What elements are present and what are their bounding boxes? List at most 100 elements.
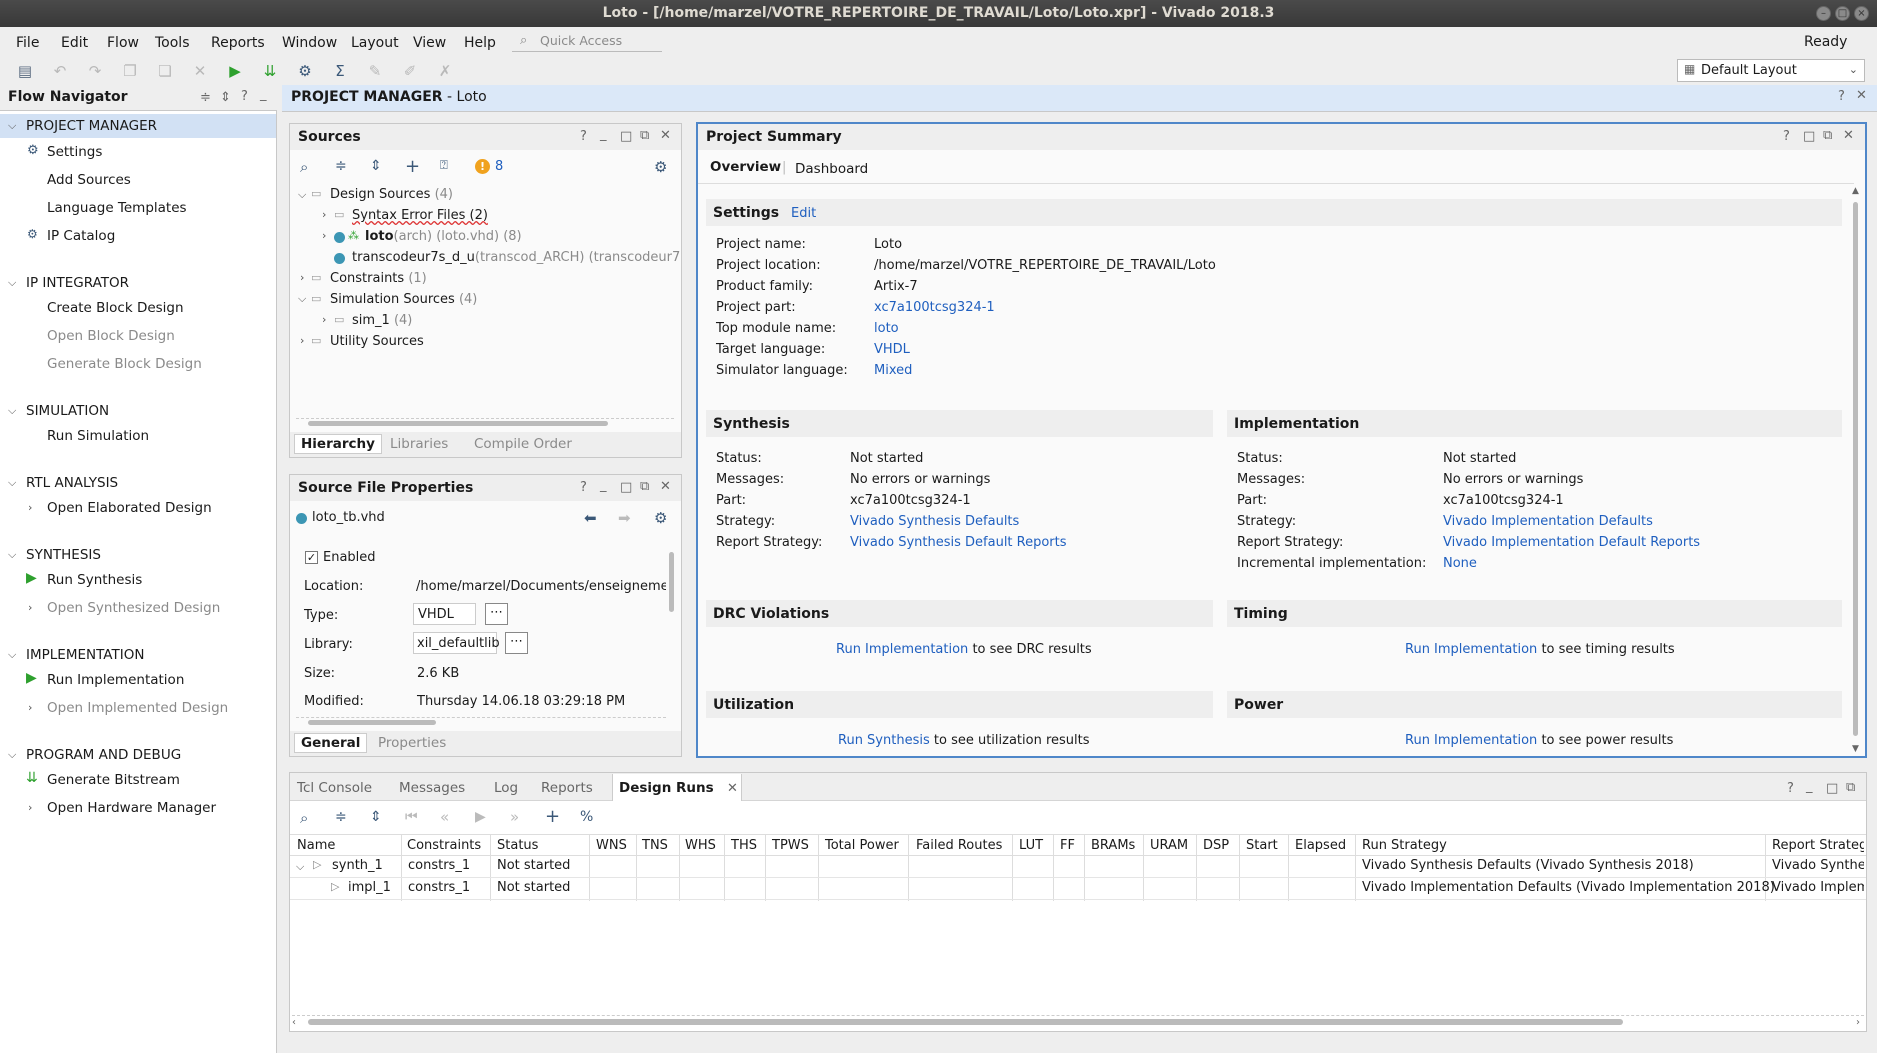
timing-run-implementation-link[interactable]: Run Implementation [1405,642,1537,657]
minimize-button[interactable]: – [1816,6,1831,21]
col-ff[interactable]: FF [1060,838,1075,853]
tab-messages[interactable]: Messages [399,780,465,796]
tool-icon[interactable]: ✎ [364,60,386,82]
implementation-strategy-link[interactable]: Vivado Implementation Defaults [1443,514,1653,529]
tab-properties[interactable]: Properties [378,735,446,751]
maximize-panel-icon[interactable]: □ [620,480,632,495]
warning-count[interactable]: 8 [495,159,503,174]
chevron-down-icon[interactable]: ⌵ [8,476,16,490]
menu-window[interactable]: Window [282,35,337,51]
horizontal-scrollbar[interactable]: ‹ › [292,1015,1864,1028]
maximize-panel-icon[interactable]: □ [1826,781,1838,796]
tab-hierarchy[interactable]: Hierarchy [294,434,382,454]
tab-libraries[interactable]: Libraries [390,436,448,452]
help-icon[interactable]: ? [1787,781,1794,796]
document-icon[interactable]: ⍰ [440,158,448,173]
cross-icon[interactable]: ✗ [434,60,456,82]
add-icon[interactable]: + [405,156,420,177]
nav-item-generate-bitstream[interactable]: Generate Bitstream [47,772,180,788]
col-total-power[interactable]: Total Power [825,838,899,853]
synthesis-strategy-link[interactable]: Vivado Synthesis Defaults [850,514,1019,529]
run-name[interactable]: impl_1 [348,880,391,895]
simulator-language-link[interactable]: Mixed [874,363,912,378]
tree-syntax-error-files[interactable]: Syntax Error Files (2) [352,208,488,223]
previous-icon[interactable]: « [440,808,449,826]
target-language-link[interactable]: VHDL [874,342,910,357]
tree-loto[interactable]: loto(arch) (loto.vhd) (8) [365,229,522,244]
maximize-panel-icon[interactable]: □ [1803,129,1815,144]
close-icon[interactable]: ✕ [660,479,671,494]
layout-select[interactable]: ▦ Default Layout ⌄ [1677,59,1865,82]
copy-icon[interactable]: ❐ [119,60,141,82]
nav-section-implementation[interactable]: IMPLEMENTATION [26,647,144,663]
tree-design-sources[interactable]: Design Sources (4) [330,187,453,202]
minimize-panel-icon[interactable]: _ [260,87,267,102]
open-project-icon[interactable]: ▤ [14,60,36,82]
nav-section-project-manager[interactable]: PROJECT MANAGER [26,118,157,134]
sigma-icon[interactable]: Σ [329,60,351,82]
settings-gear-icon[interactable]: ⚙ [294,60,316,82]
paste-icon[interactable]: ❏ [154,60,176,82]
col-run-strategy[interactable]: Run Strategy [1362,838,1447,853]
col-elapsed[interactable]: Elapsed [1295,838,1346,853]
synthesis-report-strategy-link[interactable]: Vivado Synthesis Default Reports [850,535,1067,550]
nav-item-ip-catalog[interactable]: IP Catalog [47,228,115,244]
vertical-scrollbar[interactable]: ▲ ▼ [1851,186,1860,754]
warning-icon[interactable]: ! [475,159,490,174]
close-icon[interactable]: ✕ [727,781,738,796]
tree-constraints[interactable]: Constraints (1) [330,271,427,286]
chevron-right-icon[interactable]: › [300,271,304,284]
nav-item-add-sources[interactable]: Add Sources [47,172,131,188]
nav-item-open-hardware-manager[interactable]: Open Hardware Manager [47,800,216,816]
float-panel-icon[interactable]: ⧉ [640,128,649,143]
nav-item-open-implemented-design[interactable]: Open Implemented Design [47,700,228,716]
nav-section-rtl-analysis[interactable]: RTL ANALYSIS [26,475,118,491]
col-ths[interactable]: THS [731,838,757,853]
tab-design-runs[interactable]: Design Runs [619,780,714,796]
settings-gear-icon[interactable]: ⚙ [654,158,667,176]
settings-gear-icon[interactable]: ⚙ [654,509,667,527]
maximize-button[interactable]: □ [1835,6,1850,21]
search-icon[interactable]: ⌕ [300,158,308,176]
float-panel-icon[interactable]: ⧉ [1846,780,1855,795]
vertical-scrollbar[interactable] [667,538,676,714]
float-panel-icon[interactable]: ⧉ [640,479,649,494]
library-browse-button[interactable]: ⋯ [505,632,528,654]
maximize-panel-icon[interactable]: □ [620,129,632,144]
close-icon[interactable]: ✕ [1843,128,1854,143]
menu-flow[interactable]: Flow [107,35,139,51]
undo-icon[interactable]: ↶ [49,60,71,82]
horizontal-scrollbar[interactable] [296,418,674,427]
menu-tools[interactable]: Tools [155,35,190,51]
collapse-all-icon[interactable]: ≑ [200,90,211,105]
library-field[interactable]: xil_defaultlib [413,632,500,654]
nav-section-simulation[interactable]: SIMULATION [26,403,109,419]
close-icon[interactable]: ✕ [660,128,671,143]
chevron-right-icon[interactable]: › [28,801,32,814]
col-constraints[interactable]: Constraints [407,838,481,853]
project-part-link[interactable]: xc7a100tcsg324-1 [874,300,995,315]
add-icon[interactable]: + [545,806,560,827]
expand-all-icon[interactable]: ⇕ [370,809,382,825]
chevron-down-icon[interactable]: ⌵ [296,860,304,874]
help-icon[interactable]: ? [1838,89,1845,104]
nav-item-language-templates[interactable]: Language Templates [47,200,187,216]
collapse-all-icon[interactable]: ≑ [335,809,347,825]
close-window-button[interactable]: × [1854,6,1869,21]
horizontal-scrollbar[interactable] [296,717,666,726]
float-panel-icon[interactable]: ⧉ [1823,128,1832,143]
pencil-icon[interactable]: ✐ [399,60,421,82]
col-wns[interactable]: WNS [596,838,627,853]
menu-file[interactable]: File [16,35,39,51]
nav-section-program-and-debug[interactable]: PROGRAM AND DEBUG [26,747,181,763]
chevron-down-icon[interactable]: ⌵ [8,276,16,290]
tab-tcl-console[interactable]: Tcl Console [297,780,372,796]
col-failed-routes[interactable]: Failed Routes [916,838,1002,853]
col-lut[interactable]: LUT [1019,838,1043,853]
redo-icon[interactable]: ↷ [84,60,106,82]
chevron-right-icon[interactable]: › [28,501,32,514]
chevron-down-icon[interactable]: ⌵ [8,548,16,562]
search-icon[interactable]: ⌕ [300,809,308,827]
nav-section-synthesis[interactable]: SYNTHESIS [26,547,101,563]
forward-arrow-icon[interactable]: ➡ [618,509,631,527]
